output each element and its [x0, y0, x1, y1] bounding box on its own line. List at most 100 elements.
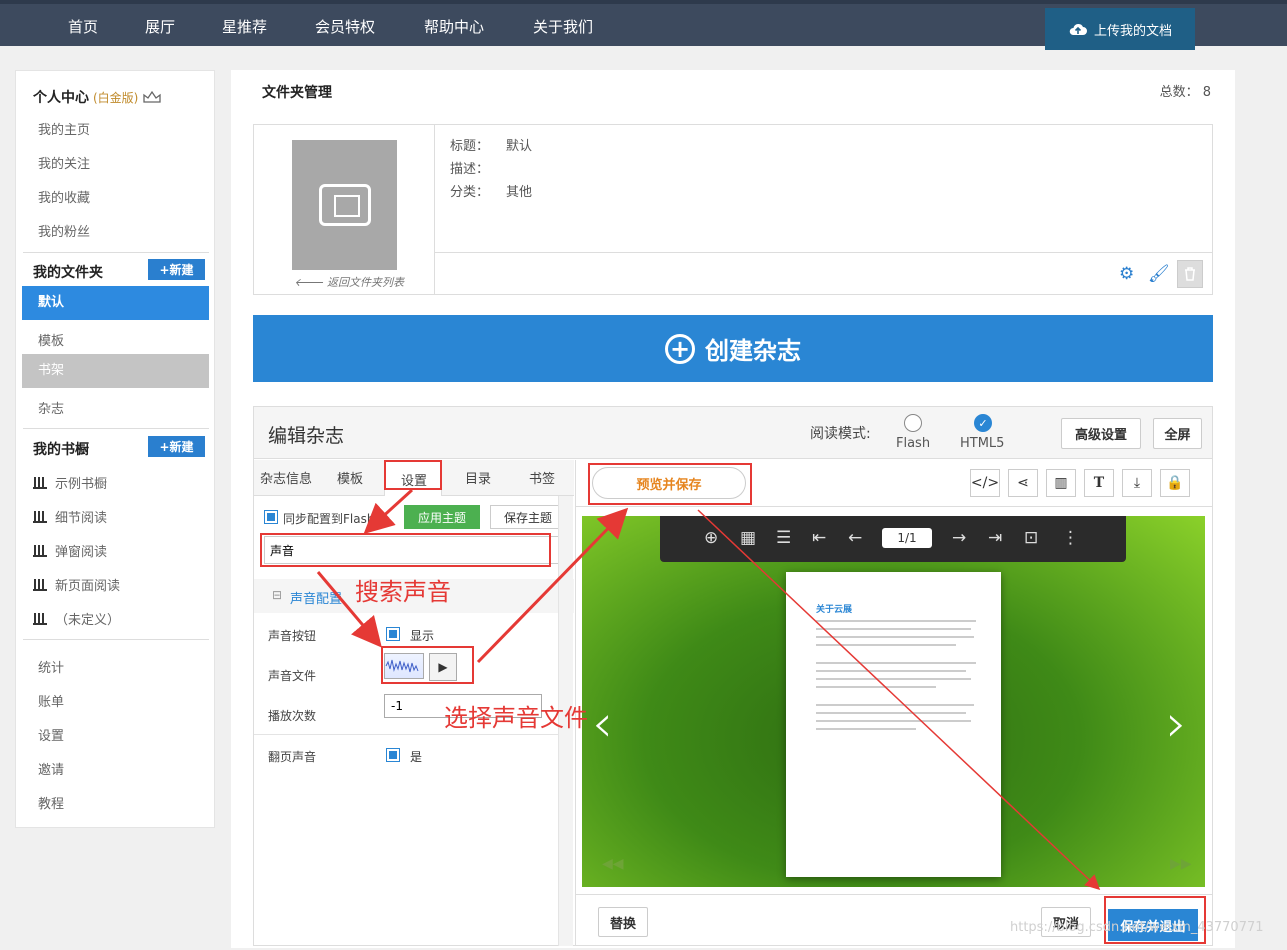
embed-code-button[interactable]: </> — [970, 469, 1000, 497]
back-to-folder-list[interactable]: 🡐 返回文件夹列表 — [294, 274, 404, 290]
sidebar-link-favorites[interactable]: 我的收藏 — [38, 187, 90, 206]
nav-help[interactable]: 帮助中心 — [424, 16, 484, 37]
shelf-item-newpage[interactable]: 新页面阅读 — [33, 575, 120, 594]
share-button[interactable]: ⋖ — [1008, 469, 1038, 497]
play-count-label: 播放次数 — [268, 709, 317, 723]
fullscreen-button[interactable]: 全屏 — [1153, 418, 1202, 449]
nav-membership[interactable]: 会员特权 — [315, 16, 375, 37]
last-page-icon[interactable]: ⇥ — [988, 528, 1002, 548]
prev-icon[interactable]: ← — [848, 528, 862, 548]
sync-flash-checkbox[interactable] — [264, 510, 278, 524]
sound-file-picker[interactable] — [384, 653, 424, 679]
next-icon[interactable]: → — [952, 528, 966, 548]
text-button[interactable]: T — [1084, 469, 1114, 497]
fit-icon[interactable]: ⊡ — [1024, 528, 1038, 548]
replace-button[interactable]: 替换 — [598, 907, 648, 937]
shelf-label: 示例书橱 — [55, 477, 108, 492]
divider — [434, 125, 435, 294]
folder-management-title: 文件夹管理 — [262, 85, 332, 101]
tab-template[interactable]: 模板 — [337, 468, 363, 487]
first-edge-icon[interactable]: ◀◀ — [602, 856, 624, 872]
sidebar-folder-template[interactable]: 模板 — [38, 330, 64, 349]
shelf-item-detail[interactable]: 细节阅读 — [33, 507, 107, 526]
more-icon[interactable]: ⋮ — [1062, 528, 1079, 548]
sidebar-link-stats[interactable]: 统计 — [38, 657, 64, 676]
zoom-in-icon[interactable]: ⊕ — [704, 528, 718, 548]
tab-settings[interactable]: 设置 — [401, 470, 427, 489]
brush-icon[interactable]: 🖌 — [1148, 264, 1170, 284]
sidebar-link-homepage[interactable]: 我的主页 — [38, 119, 90, 138]
flip-sound-checkbox[interactable] — [386, 748, 400, 762]
create-magazine-button[interactable]: + 创建杂志 — [253, 315, 1213, 382]
shelf-item-popup[interactable]: 弹窗阅读 — [33, 541, 107, 560]
radio-html5[interactable]: ✓ — [974, 414, 992, 432]
nav-home[interactable]: 首页 — [68, 16, 98, 37]
bookshelf-icon — [33, 578, 47, 591]
sidebar-folder-magazine[interactable]: 杂志 — [38, 398, 64, 417]
sidebar-link-bills[interactable]: 账单 — [38, 691, 64, 710]
sidebar-link-tutorial[interactable]: 教程 — [38, 793, 64, 812]
tab-bookmark[interactable]: 书签 — [529, 468, 555, 487]
text-icon: T — [1093, 475, 1105, 491]
play-sound-button[interactable]: ▶ — [429, 653, 457, 681]
text-line — [816, 712, 966, 714]
prev-page-arrow[interactable]: ‹ — [592, 694, 613, 754]
tab-catalog[interactable]: 目录 — [465, 468, 491, 487]
grid-icon[interactable]: ▦ — [740, 528, 756, 548]
flip-sound-value: 是 — [410, 750, 423, 764]
upload-document-button[interactable]: 上传我的文档 — [1045, 8, 1195, 50]
advanced-settings-button[interactable]: 高级设置 — [1061, 418, 1141, 449]
last-edge-icon[interactable]: ▶▶ — [1170, 856, 1192, 872]
shelf-item-undefined[interactable]: （未定义） — [33, 609, 120, 628]
download-button[interactable]: ⤓ — [1122, 469, 1152, 497]
settings-search-input[interactable] — [264, 536, 560, 564]
folder-cover[interactable] — [292, 140, 397, 270]
sidebar-folder-bookshelf[interactable]: 书架 — [22, 354, 209, 388]
sound-button-checkbox[interactable] — [386, 627, 400, 641]
back-label: 返回文件夹列表 — [327, 276, 404, 289]
page-indicator[interactable]: 1/1 — [882, 528, 932, 548]
text-line — [816, 636, 974, 638]
nav-about[interactable]: 关于我们 — [533, 16, 593, 37]
divider — [23, 252, 209, 253]
save-theme-button[interactable]: 保存主题 — [490, 505, 566, 529]
radio-flash[interactable] — [904, 414, 922, 432]
nav-recommend[interactable]: 星推荐 — [222, 16, 267, 37]
lock-button[interactable]: 🔒 — [1160, 469, 1190, 497]
shelf-item-example[interactable]: 示例书橱 — [33, 473, 107, 492]
book-mode-button[interactable]: ▥ — [1046, 469, 1076, 497]
flip-sound-label: 翻页声音 — [268, 750, 317, 764]
section-title: 声音配置 — [290, 592, 343, 607]
flipbook-stage: ⊕ ▦ ☰ ⇤ ← 1/1 → ⇥ ⊡ ⋮ 关于云展 ‹ › ◀◀ ▶▶ — [582, 516, 1205, 887]
new-shelf-button[interactable]: +新建 — [148, 436, 205, 457]
sidebar-link-invite[interactable]: 邀请 — [38, 759, 64, 778]
tab-magazine-info[interactable]: 杂志信息 — [260, 468, 312, 487]
shelf-label: （未定义） — [55, 613, 121, 628]
first-page-icon[interactable]: ⇤ — [812, 528, 826, 548]
book-page[interactable]: 关于云展 — [786, 572, 1001, 877]
new-folder-button[interactable]: +新建 — [148, 259, 205, 280]
sidebar-link-fans[interactable]: 我的粉丝 — [38, 221, 90, 240]
apply-theme-button[interactable]: 应用主题 — [404, 505, 480, 529]
shelf-label: 细节阅读 — [55, 511, 108, 526]
list-icon[interactable]: ☰ — [776, 528, 791, 548]
folder-book-icon — [318, 184, 371, 226]
nav-gallery[interactable]: 展厅 — [145, 16, 175, 37]
delete-folder-button[interactable] — [1177, 260, 1203, 288]
editor-tabs: 杂志信息 模板 设置 目录 书签 — [254, 460, 574, 496]
text-line — [816, 678, 971, 680]
preview-save-button[interactable]: 预览并保存 — [592, 467, 746, 499]
crown-icon — [143, 90, 161, 103]
download-icon: ⤓ — [1133, 475, 1141, 491]
divider — [254, 734, 558, 735]
next-page-arrow[interactable]: › — [1166, 694, 1187, 754]
play-icon: ▶ — [438, 660, 448, 674]
radio-label-html5: HTML5 — [960, 436, 1005, 451]
sidebar-link-settings[interactable]: 设置 — [38, 725, 64, 744]
gear-icon[interactable]: ⚙ — [1119, 264, 1134, 284]
sidebar-folder-default[interactable]: 默认 — [22, 286, 209, 320]
plus-circle-icon: + — [665, 333, 695, 364]
annotation-choose-file: 选择声音文件 — [444, 704, 588, 732]
sidebar-link-following[interactable]: 我的关注 — [38, 153, 90, 172]
meta-label-category: 分类： — [450, 185, 490, 200]
